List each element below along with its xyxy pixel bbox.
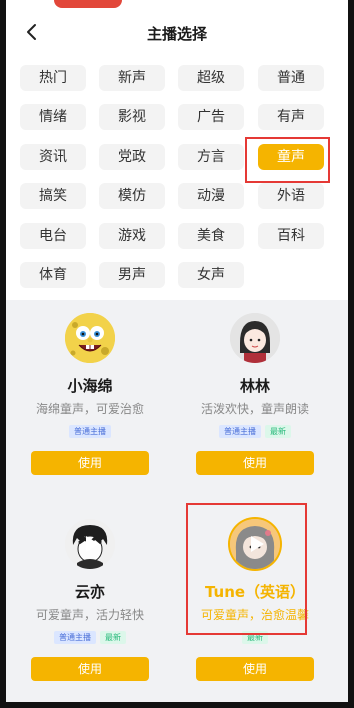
anchor-name: 小海绵: [67, 377, 113, 395]
cartoon-avatar-icon[interactable]: [230, 519, 280, 569]
sponge-avatar-icon[interactable]: [65, 313, 115, 363]
category-news[interactable]: 资讯: [20, 144, 86, 170]
anchor-card-selected: Tune（英语） 可爱童声，治愈温馨 最新 使用: [173, 506, 337, 702]
tag-normal-anchor: 普通主播: [54, 631, 96, 644]
anchor-card: 云亦 可爱童声，活力轻快 普通主播 最新 使用: [8, 506, 172, 702]
category-politics[interactable]: 党政: [99, 144, 165, 170]
category-new[interactable]: 新声: [99, 65, 165, 91]
category-imitate[interactable]: 模仿: [99, 183, 165, 209]
girl-avatar-icon[interactable]: [230, 313, 280, 363]
tag-newest: 最新: [242, 631, 268, 644]
category-super[interactable]: 超级: [178, 65, 244, 91]
category-dialect[interactable]: 方言: [178, 144, 244, 170]
play-icon: [251, 536, 264, 552]
screen-edge: [348, 0, 354, 708]
category-wiki[interactable]: 百科: [258, 223, 324, 249]
category-audio[interactable]: 有声: [258, 104, 324, 130]
tag-newest: 最新: [100, 631, 126, 644]
app-screen: 主播选择 热门 新声 超级 普通 情绪 影视 广告 有声 资讯 党政 方言 童声…: [0, 0, 354, 708]
category-food[interactable]: 美食: [178, 223, 244, 249]
anchor-name: 林林: [239, 377, 270, 395]
category-game[interactable]: 游戏: [99, 223, 165, 249]
use-button[interactable]: 使用: [196, 451, 314, 475]
play-icon: [86, 536, 99, 552]
category-male[interactable]: 男声: [99, 262, 165, 288]
anchor-tags: 普通主播 最新: [8, 631, 172, 644]
use-button[interactable]: 使用: [196, 657, 314, 681]
use-button[interactable]: 使用: [31, 657, 149, 681]
status-indicator: [54, 0, 122, 8]
tag-normal-anchor: 普通主播: [219, 425, 261, 438]
anchor-tags: 普通主播 最新: [173, 425, 337, 438]
anchor-name: Tune（英语）: [204, 583, 306, 601]
category-film[interactable]: 影视: [99, 104, 165, 130]
header: 主播选择: [6, 14, 348, 52]
tag-newest: 最新: [265, 425, 291, 438]
category-anime[interactable]: 动漫: [178, 183, 244, 209]
anchor-card: 林林 活泼欢快，童声朗读 普通主播 最新 使用: [173, 300, 337, 496]
boy-avatar-icon[interactable]: [65, 519, 115, 569]
category-ads[interactable]: 广告: [178, 104, 244, 130]
category-normal[interactable]: 普通: [258, 65, 324, 91]
anchor-desc: 活泼欢快，童声朗读: [200, 402, 309, 416]
anchor-desc: 海绵童声，可爱治愈: [35, 402, 144, 416]
anchor-name: 云亦: [74, 583, 105, 601]
use-button[interactable]: 使用: [31, 451, 149, 475]
page-title: 主播选择: [146, 25, 207, 43]
category-hot[interactable]: 热门: [20, 65, 86, 91]
screen-edge: [0, 0, 6, 708]
tag-normal-anchor: 普通主播: [69, 425, 111, 438]
anchor-tags: 普通主播: [8, 425, 172, 438]
category-emotion[interactable]: 情绪: [20, 104, 86, 130]
anchor-tags: 最新: [173, 631, 337, 644]
category-radio[interactable]: 电台: [20, 223, 86, 249]
category-sports[interactable]: 体育: [20, 262, 86, 288]
category-funny[interactable]: 搞笑: [20, 183, 86, 209]
anchor-desc: 可爱童声，活力轻快: [35, 608, 144, 622]
anchor-card: 小海绵 海绵童声，可爱治愈 普通主播 使用: [8, 300, 172, 496]
anchor-desc: 可爱童声，治愈温馨: [200, 608, 309, 622]
category-child-voice[interactable]: 童声: [258, 144, 324, 170]
screen-edge: [0, 702, 354, 708]
anchor-list: 小海绵 海绵童声，可爱治愈 普通主播 使用 林林 活泼欢快，童声朗读 普通主播 …: [6, 300, 348, 702]
category-female[interactable]: 女声: [178, 262, 244, 288]
category-foreign[interactable]: 外语: [258, 183, 324, 209]
category-grid: 热门 新声 超级 普通 情绪 影视 广告 有声 资讯 党政 方言 童声 搞笑 模…: [6, 62, 348, 294]
